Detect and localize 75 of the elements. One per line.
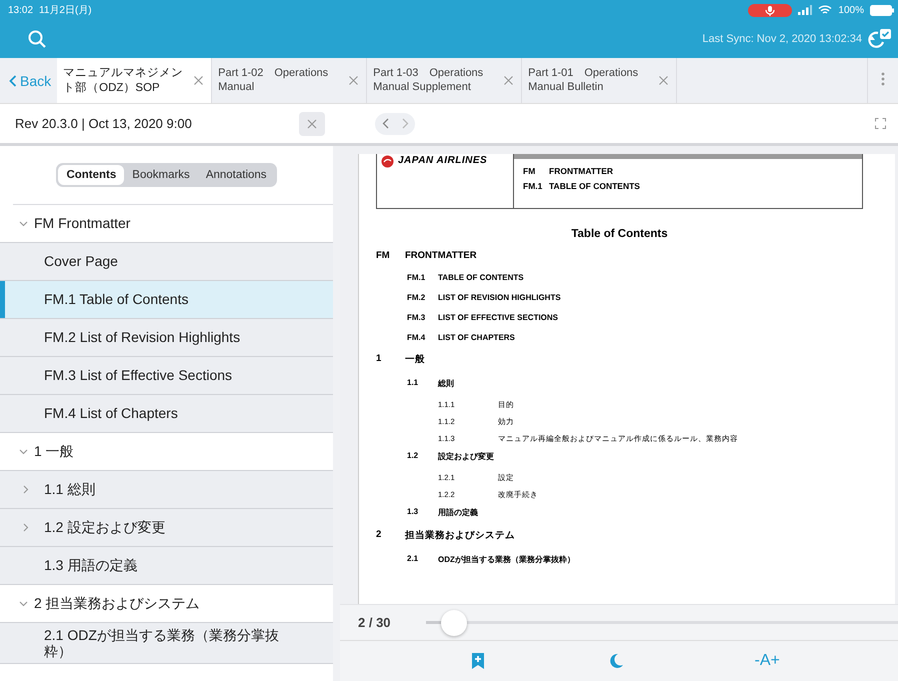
toc-entry[interactable]: 用語の定義	[438, 507, 478, 518]
toc-entry[interactable]: LIST OF CHAPTERS	[438, 333, 515, 342]
search-icon[interactable]	[28, 30, 46, 48]
fullscreen-icon[interactable]	[875, 118, 886, 129]
document-tab[interactable]: マニュアルマネジメント部（ODZ）SOP	[57, 58, 212, 103]
toc-number: FM.2	[407, 293, 426, 302]
chevron-down-icon[interactable]	[19, 219, 28, 228]
moon-icon[interactable]	[608, 653, 624, 669]
toc-number: 1.1	[407, 378, 420, 389]
header-title: FRONTMATTER	[549, 166, 614, 176]
tree-item[interactable]: 1.1 総則	[0, 471, 333, 509]
toc-entry[interactable]: 設定および変更	[438, 451, 494, 462]
brand-text: JAPAN AIRLINES	[398, 155, 488, 166]
segment-tab[interactable]: Bookmarks	[124, 165, 198, 185]
toc-number: 1.3	[407, 507, 420, 518]
toc-entry[interactable]: LIST OF EFFECTIVE SECTIONS	[438, 313, 558, 322]
close-tab-icon[interactable]	[194, 76, 204, 85]
document-tab[interactable]: Part 1-01 Operations Manual Bulletin	[522, 58, 678, 103]
close-tab-icon[interactable]	[349, 76, 358, 85]
toc-entry[interactable]: 一般	[405, 353, 425, 366]
document-title: Table of Contents	[570, 228, 669, 240]
tree-item[interactable]: FM.4 List of Chapters	[0, 395, 333, 433]
tree-item[interactable]: FM.1 Table of Contents	[0, 281, 333, 319]
close-tab-icon[interactable]	[504, 76, 514, 85]
close-button[interactable]	[299, 112, 325, 136]
battery-percent: 100%	[838, 4, 864, 16]
bookmark-add-icon[interactable]	[472, 653, 484, 669]
chevron-down-icon[interactable]	[19, 447, 28, 456]
toc-entry[interactable]: ODZが担当する業務（業務分掌抜粋）	[438, 554, 575, 565]
more-icon[interactable]	[881, 72, 885, 86]
close-tab-icon[interactable]	[659, 76, 668, 85]
document-tab[interactable]: Part 1-03 Operations Manual Supplement	[367, 58, 522, 103]
toc-number: FM.1	[407, 273, 426, 282]
document-tab[interactable]: Part 1-02 Operations Manual	[212, 58, 368, 103]
toc-entry[interactable]: 担当業務およびシステム	[405, 529, 515, 542]
tree-item[interactable]: Cover Page	[0, 243, 333, 281]
toc-entry[interactable]: TABLE OF CONTENTS	[438, 273, 524, 282]
status-date: 11月2日(月)	[39, 4, 92, 17]
chevron-right-icon[interactable]	[21, 485, 30, 494]
page-number: 2 / 30	[358, 615, 392, 630]
microphone-icon	[748, 4, 792, 16]
header-code: FM.1	[523, 181, 544, 191]
toc-number: FM	[376, 250, 391, 261]
toc-number: FM.3	[407, 313, 426, 322]
tree-item[interactable]: 2.1 ODZが担当する業務（業務分掌抜粋）	[0, 623, 333, 664]
toc-entry[interactable]: LIST OF REVISION HIGHLIGHTS	[438, 293, 561, 302]
tree-item[interactable]: FM.3 List of Effective Sections	[0, 357, 333, 395]
toc-number: 1.2	[407, 451, 420, 462]
last-sync-text: Last Sync: Nov 2, 2020 13:02:34	[702, 33, 862, 45]
toc-number: FM.4	[407, 333, 426, 342]
tree-item[interactable]: 1.3 用語の定義	[0, 547, 333, 585]
sync-icon[interactable]	[866, 28, 892, 50]
chevron-right-icon[interactable]	[402, 118, 408, 129]
segment-tab[interactable]: Annotations	[198, 165, 275, 185]
chevron-left-icon[interactable]	[9, 74, 17, 86]
battery-icon	[870, 4, 894, 16]
slider-thumb[interactable]	[441, 610, 468, 636]
tree-item[interactable]: 1.2 設定および変更	[0, 509, 333, 547]
wifi-icon	[818, 5, 832, 15]
tree-item[interactable]: FM.2 List of Revision Highlights	[0, 319, 333, 357]
chevron-right-icon[interactable]	[21, 523, 30, 532]
toc-number: 2	[376, 529, 382, 542]
toc-number: 1	[376, 353, 382, 366]
close-icon[interactable]	[307, 118, 317, 128]
header-title: TABLE OF CONTENTS	[549, 181, 640, 191]
revision-text: Rev 20.3.0 | Oct 13, 2020 9:00	[15, 116, 193, 131]
toc-entry[interactable]: FRONTMATTER	[405, 250, 477, 261]
toc-number: 2.1	[407, 554, 420, 565]
header-code: FM	[523, 166, 536, 176]
status-time: 13:02	[8, 4, 34, 16]
toc-entry[interactable]: 総則	[438, 378, 454, 389]
chevron-left-icon[interactable]	[382, 118, 388, 129]
segment-tab[interactable]: Contents	[58, 165, 124, 185]
chevron-down-icon[interactable]	[19, 599, 28, 608]
signal-icon	[798, 5, 812, 15]
